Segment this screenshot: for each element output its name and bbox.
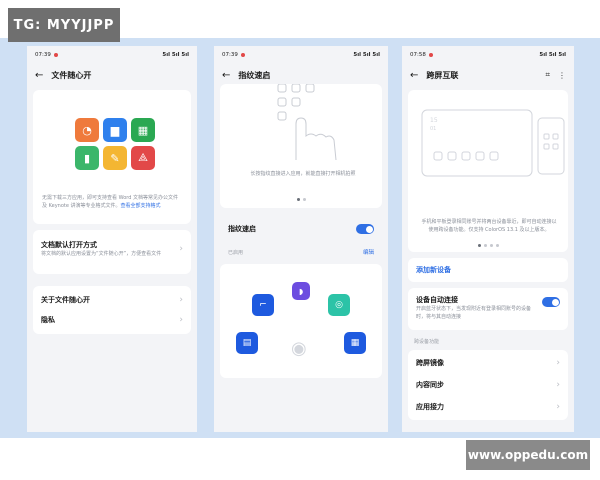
section-header: 已启用 编辑	[214, 244, 388, 260]
section-label: 跨设备功能	[414, 339, 440, 345]
chevron-right-icon: ›	[179, 315, 183, 325]
svg-text:01: 01	[430, 126, 436, 132]
notification-dot-icon	[53, 53, 58, 57]
auto-connect-title: 设备自动连接	[416, 296, 458, 304]
default-open-description: 将文档的默认应用设置为“文件随心开”，方便查看文件	[41, 251, 162, 257]
app-bar: ← 文件随心开	[27, 64, 197, 86]
chevron-right-icon: ›	[179, 244, 183, 254]
camera-scan-icon[interactable]: ◎	[328, 294, 350, 316]
default-open-title: 文档默认打开方式	[41, 241, 97, 249]
status-time: 07:58	[410, 52, 426, 58]
feature-description: 长按指纹直接进入应用，就能直接打开相机拍照	[250, 171, 356, 177]
page-title: 文件随心开	[51, 70, 92, 80]
section-label: 已启用	[228, 249, 244, 256]
page-indicator	[408, 244, 568, 247]
watermark-top: TG: MYYJJPP	[8, 8, 120, 42]
page-indicator	[220, 198, 382, 201]
back-arrow-icon[interactable]: ←	[222, 70, 230, 81]
scan-code-icon[interactable]: ⌗	[545, 70, 550, 80]
notification-dot-icon	[428, 53, 433, 57]
svg-text:15: 15	[430, 117, 438, 124]
hero-card: 长按指纹直接进入应用，就能直接打开相机拍照	[220, 84, 382, 208]
back-arrow-icon[interactable]: ←	[410, 70, 418, 81]
add-device-card[interactable]: 添加新设备	[408, 258, 568, 282]
more-menu-icon[interactable]: ⋮	[558, 71, 566, 80]
app-purple-icon[interactable]: ◗	[292, 282, 310, 300]
about-label: 关于文件随心开	[41, 296, 90, 304]
phone-screen-file-viewer: 07:39 5ıl 5ıl 5ıl ← 文件随心开 ◔ ▆ ▦ ▮ ✎ ⟁ 无需…	[27, 46, 197, 432]
list-item-screen-mirror[interactable]: 跨屏镜像 ›	[408, 352, 568, 374]
status-time: 07:39	[222, 52, 238, 58]
pay-code-icon[interactable]: ▤	[236, 332, 258, 354]
chart-bars-icon: ▮	[75, 146, 99, 170]
quick-launch-card: ⌐ ◗ ◎ ▤ ◉ ▦	[220, 264, 382, 378]
privacy-label: 隐私	[41, 316, 55, 324]
list-item-label: 内容同步	[416, 381, 444, 389]
phone-screen-cross-device: 07:58 5ıl 5ıl 5ıl ← 跨屏互联 ⌗ ⋮ 15 01 手机和平板…	[402, 46, 574, 432]
app-icons-illustration: ◔ ▆ ▦ ▮ ✎ ⟁	[70, 100, 160, 184]
fingerprint-toggle-row: 指纹速启	[214, 218, 388, 240]
chevron-right-icon: ›	[556, 380, 560, 390]
status-bar: 07:39 5ıl 5ıl 5ıl	[214, 46, 388, 64]
cross-device-list: 跨屏镜像 › 内容同步 › 应用接力 ›	[408, 350, 568, 420]
hero-card: 15 01 手机和平板登录相同账号并将两台设备靠近，即可自动连接以使用跨设备功能…	[408, 90, 568, 252]
default-open-card[interactable]: 文档默认打开方式 将文档的默认应用设置为“文件随心开”，方便查看文件 ›	[33, 230, 191, 274]
add-device-button[interactable]: 添加新设备	[416, 265, 451, 275]
toggle-label: 指纹速启	[228, 225, 256, 233]
fingerprint-toggle[interactable]	[356, 224, 374, 234]
fingerprint-icon: ◉	[291, 338, 307, 359]
chevron-right-icon: ›	[556, 358, 560, 368]
pencil-doc-icon: ✎	[103, 146, 127, 170]
keynote-board-icon: ▆	[103, 118, 127, 142]
devices-illustration: 15 01	[421, 109, 565, 177]
list-item-label: 应用接力	[416, 403, 444, 411]
notification-dot-icon	[240, 53, 245, 57]
hand-tap-illustration	[277, 84, 337, 161]
about-privacy-card: 关于文件随心开 › 隐私 ›	[33, 286, 191, 334]
page-title: 指纹速启	[238, 70, 271, 80]
status-bar: 07:39 5ıl 5ıl 5ıl	[27, 46, 197, 64]
auto-connect-toggle[interactable]	[542, 297, 560, 307]
ppt-pie-icon: ◔	[75, 118, 99, 142]
phone-screen-fingerprint: 07:39 5ıl 5ıl 5ıl ← 指纹速启 长按指纹直接进入应用，就能直接…	[214, 46, 388, 432]
privacy-row[interactable]: 隐私 ›	[33, 310, 191, 330]
hero-card: ◔ ▆ ▦ ▮ ✎ ⟁ 无需下载三方应用，即可支持查看 Word 文档等常见办公…	[33, 90, 191, 224]
list-item-content-sync[interactable]: 内容同步 ›	[408, 374, 568, 396]
signal-indicators: 5ıl 5ıl 5ıl	[539, 52, 566, 58]
qr-code-icon[interactable]: ▦	[344, 332, 366, 354]
edit-link[interactable]: 编辑	[363, 248, 374, 256]
signal-indicators: 5ıl 5ıl 5ıl	[162, 52, 189, 58]
supported-formats-link[interactable]: 查看全部支持格式	[121, 203, 161, 209]
scan-icon[interactable]: ⌐	[252, 294, 274, 316]
chevron-right-icon: ›	[556, 402, 560, 412]
signal-indicators: 5ıl 5ıl 5ıl	[353, 52, 380, 58]
back-arrow-icon[interactable]: ←	[35, 70, 43, 81]
auto-connect-card: 设备自动连接 开启蓝牙状态下，当发现附近有登录相同账号的设备时，将与其自动连接	[408, 288, 568, 330]
list-item-label: 跨屏镜像	[416, 359, 444, 367]
app-bar: ← 跨屏互联 ⌗ ⋮	[402, 64, 574, 86]
feature-description: 无需下载三方应用，即可支持查看 Word 文档等常见办公文件及 Keynote …	[42, 195, 179, 209]
sheet-grid-icon: ▦	[131, 118, 155, 142]
watermark-bottom: www.oppedu.com	[466, 440, 590, 470]
feature-description: 手机和平板登录相同账号并将两台设备靠近，即可自动连接以使用跨设备功能。仅支持 C…	[421, 219, 557, 233]
about-row[interactable]: 关于文件随心开 ›	[33, 290, 191, 310]
list-item-app-relay[interactable]: 应用接力 ›	[408, 396, 568, 418]
app-bar: ← 指纹速启	[214, 64, 388, 86]
chevron-right-icon: ›	[179, 295, 183, 305]
status-time: 07:39	[35, 52, 51, 58]
page-title: 跨屏互联	[426, 70, 459, 80]
status-bar: 07:58 5ıl 5ıl 5ıl	[402, 46, 574, 64]
auto-connect-description: 开启蓝牙状态下，当发现附近有登录相同账号的设备时，将与其自动连接	[416, 306, 532, 320]
pdf-icon: ⟁	[131, 146, 155, 170]
